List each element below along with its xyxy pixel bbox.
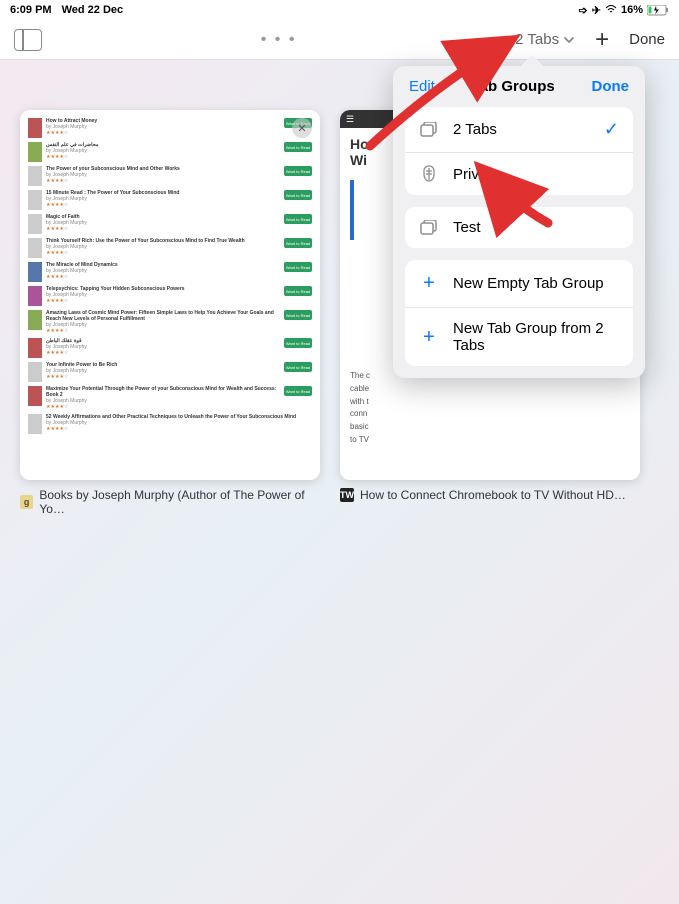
checkmark-icon: ✓ <box>604 119 619 140</box>
thumbnail-content: How to Attract Moneyby Joseph Murphy★★★★… <box>20 110 320 480</box>
battery-icon <box>647 5 669 16</box>
new-empty-tab-group[interactable]: + New Empty Tab Group <box>405 260 633 308</box>
airplane-icon: ✈︎ <box>592 4 601 17</box>
tab-title-label: How to Connect Chromebook to TV Without … <box>360 488 626 502</box>
annotation-arrow <box>478 168 568 243</box>
tab-caption: g Books by Joseph Murphy (Author of The … <box>20 488 320 516</box>
done-button[interactable]: Done <box>629 31 665 48</box>
new-tab-button[interactable]: + <box>595 26 609 54</box>
status-bar: 6:09 PM Wed 22 Dec ➩ ✈︎ 16% <box>0 0 679 20</box>
new-tab-group-from-tabs[interactable]: + New Tab Group from 2 Tabs <box>405 308 633 366</box>
safari-toolbar: • • • 2 Tabs + Done <box>0 20 679 60</box>
toolbar-dots: • • • <box>261 31 297 49</box>
sidebar-toggle-button[interactable] <box>14 29 42 51</box>
annotation-arrow <box>355 36 525 161</box>
tab-title-label: Books by Joseph Murphy (Author of The Po… <box>39 488 320 516</box>
close-tab-button[interactable]: ✕ <box>292 118 312 138</box>
hamburger-icon: ☰ <box>346 114 354 125</box>
tab-thumbnail[interactable]: How to Attract Moneyby Joseph Murphy★★★★… <box>20 110 320 516</box>
favicon-icon: g <box>20 495 33 509</box>
favicon-icon: TW <box>340 488 354 502</box>
plus-icon: + <box>419 272 439 295</box>
popover-done-button[interactable]: Done <box>591 78 629 95</box>
plus-icon: + <box>419 326 439 349</box>
orientation-lock-icon: ➩ <box>579 4 588 17</box>
private-icon <box>419 165 439 183</box>
status-time: 6:09 PM <box>10 4 52 16</box>
wifi-icon <box>605 4 617 17</box>
tabs-icon <box>419 220 439 236</box>
row-label: New Empty Tab Group <box>453 275 619 292</box>
battery-percent: 16% <box>621 4 643 16</box>
status-date: Wed 22 Dec <box>62 4 124 16</box>
chevron-down-icon <box>563 31 575 48</box>
tab-caption: TW How to Connect Chromebook to TV Witho… <box>340 488 640 502</box>
row-label: New Tab Group from 2 Tabs <box>453 320 619 354</box>
